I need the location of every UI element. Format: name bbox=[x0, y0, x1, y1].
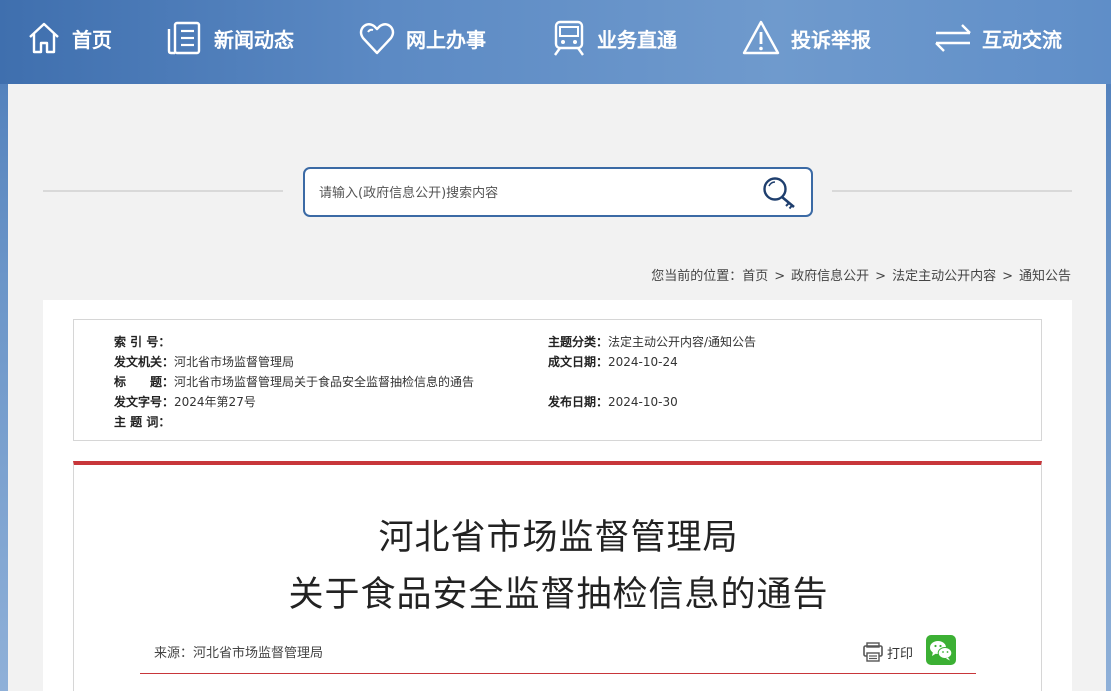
nav-item-complaints[interactable]: 投诉举报 bbox=[741, 18, 871, 58]
print-label: 打印 bbox=[887, 646, 914, 662]
document-title-line2: 关于食品安全监督抽检信息的通告 bbox=[288, 575, 829, 615]
exchange-icon bbox=[935, 24, 971, 52]
nav-label-home: 首页 bbox=[72, 27, 112, 52]
nav-item-business[interactable]: 业务直通 bbox=[551, 18, 677, 58]
wechat-icon bbox=[930, 641, 953, 661]
breadcrumb-home[interactable]: 首页 bbox=[742, 269, 768, 284]
nav-label-online-services: 网上办事 bbox=[406, 27, 486, 52]
meta-date-written: 成文日期：2024-10-24 bbox=[548, 353, 678, 370]
meta-category-label: 主题分类： bbox=[548, 335, 609, 349]
meta-index: 索 引 号： bbox=[114, 333, 170, 350]
search-divider-left bbox=[43, 190, 283, 192]
document-source: 来源：河北省市场监督管理局 bbox=[154, 646, 324, 661]
meta-doc-number-label: 发文字号： bbox=[114, 395, 175, 409]
meta-category-value: 法定主动公开内容/通知公告 bbox=[608, 335, 757, 349]
breadcrumb-separator: > bbox=[774, 269, 786, 284]
document-metadata: 索 引 号： 主题分类：法定主动公开内容/通知公告 发文机关：河北省市场监督管理… bbox=[73, 319, 1042, 441]
meta-keywords: 主 题 词： bbox=[114, 413, 170, 430]
nav-item-online-services[interactable]: 网上办事 bbox=[358, 18, 486, 58]
nav-label-complaints: 投诉举报 bbox=[791, 27, 871, 52]
meta-title-value: 河北省市场监督管理局关于食品安全监督抽检信息的通告 bbox=[174, 375, 475, 389]
meta-date-written-label: 成文日期： bbox=[548, 355, 609, 369]
heart-icon bbox=[359, 23, 395, 55]
breadcrumb: 您当前的位置：首页 > 政府信息公开 > 法定主动公开内容 > 通知公告 bbox=[651, 265, 1071, 284]
meta-title-label: 标 题： bbox=[114, 375, 175, 389]
nav-label-interaction: 互动交流 bbox=[982, 27, 1062, 52]
breadcrumb-separator: > bbox=[1002, 269, 1013, 284]
meta-index-label: 索 引 号： bbox=[114, 335, 171, 349]
breadcrumb-statutory[interactable]: 法定主动公开内容 bbox=[892, 269, 996, 284]
search-input[interactable] bbox=[319, 179, 739, 207]
breadcrumb-prefix: 您当前的位置： bbox=[651, 269, 743, 284]
search-divider-right bbox=[832, 190, 1072, 192]
news-icon bbox=[167, 21, 201, 55]
breadcrumb-notices[interactable]: 通知公告 bbox=[1019, 269, 1071, 284]
nav-item-news[interactable]: 新闻动态 bbox=[166, 18, 294, 58]
meta-issuer-label: 发文机关： bbox=[114, 355, 175, 369]
meta-title: 标 题：河北省市场监督管理局关于食品安全监督抽检信息的通告 bbox=[114, 373, 474, 390]
nav-item-interaction[interactable]: 互动交流 bbox=[934, 18, 1062, 58]
meta-doc-number-value: 2024年第27号 bbox=[174, 395, 256, 409]
meta-publish-date-value: 2024-10-30 bbox=[608, 395, 678, 409]
nav-item-home[interactable]: 首页 bbox=[26, 18, 112, 58]
meta-doc-number: 发文字号：2024年第27号 bbox=[114, 393, 256, 410]
nav-label-business: 业务直通 bbox=[597, 27, 677, 52]
meta-keywords-label: 主 题 词： bbox=[114, 415, 171, 429]
meta-publish-date-label: 发布日期： bbox=[548, 395, 609, 409]
breadcrumb-gov-info[interactable]: 政府信息公开 bbox=[791, 269, 869, 284]
home-icon bbox=[29, 22, 59, 54]
breadcrumb-separator: > bbox=[875, 269, 887, 284]
search-key-icon bbox=[763, 177, 795, 210]
printer-icon bbox=[863, 642, 883, 662]
train-icon bbox=[554, 20, 584, 56]
meta-issuer: 发文机关：河北省市场监督管理局 bbox=[114, 353, 294, 370]
document-divider bbox=[140, 673, 976, 674]
search-button[interactable] bbox=[760, 174, 800, 212]
meta-publish-date: 发布日期：2024-10-30 bbox=[548, 393, 678, 410]
print-button[interactable]: 打印 bbox=[862, 641, 913, 663]
document-body: 河北省市场监督管理局 关于食品安全监督抽检信息的通告 来源：河北省市场监督管理局… bbox=[73, 461, 1042, 691]
meta-category: 主题分类：法定主动公开内容/通知公告 bbox=[548, 333, 756, 350]
warning-icon bbox=[742, 20, 780, 55]
search-box bbox=[303, 167, 813, 217]
meta-issuer-value: 河北省市场监督管理局 bbox=[174, 355, 295, 369]
document-title-line1: 河北省市场监督管理局 bbox=[378, 518, 739, 558]
wechat-share-button[interactable] bbox=[926, 635, 956, 665]
nav-label-news: 新闻动态 bbox=[214, 27, 294, 52]
top-navigation: 首页 新闻动态 网上办事 业务直通 投诉举报 互动交流 bbox=[0, 0, 1111, 84]
meta-date-written-value: 2024-10-24 bbox=[608, 355, 678, 369]
